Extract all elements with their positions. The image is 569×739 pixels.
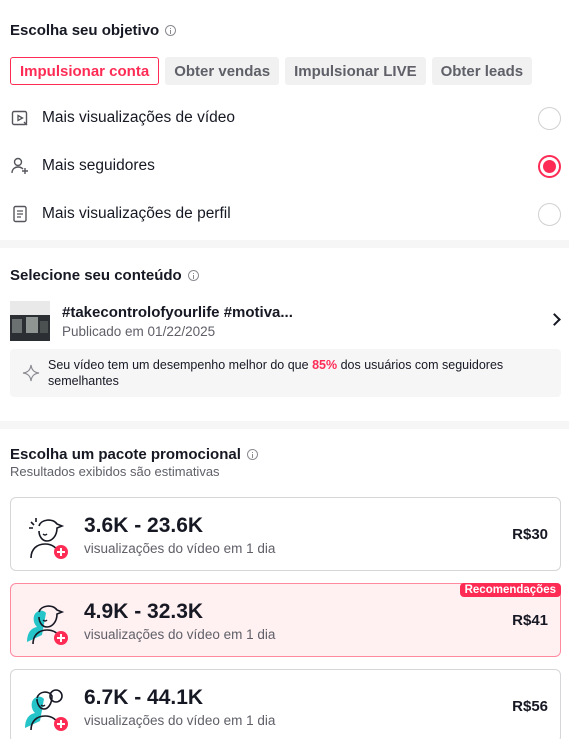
person-sparkle-icon <box>23 512 73 560</box>
package-card-2[interactable]: Recomendações 4.9K - 32.3K visualizações… <box>10 583 561 657</box>
option-label: Mais visualizações de perfil <box>42 205 231 222</box>
packages-title: Escolha um pacote promocional <box>10 446 258 463</box>
performance-text: Seu vídeo tem um desempenho melhor do qu… <box>48 358 504 388</box>
recommended-badge: Recomendações <box>459 583 561 597</box>
content-title-text: Selecione seu conteúdo <box>10 267 182 284</box>
option-video-views[interactable]: Mais visualizações de vídeo <box>10 106 561 130</box>
section-divider <box>0 240 569 248</box>
option-label: Mais seguidores <box>42 157 155 174</box>
person-group-icon <box>23 684 73 732</box>
option-profile-views[interactable]: Mais visualizações de perfil <box>10 202 561 226</box>
add-user-icon <box>10 156 30 176</box>
objective-title: Escolha seu objetivo <box>10 22 177 39</box>
selected-video[interactable]: #takecontrolofyourlife #motiva... Public… <box>10 301 561 341</box>
package-desc: visualizações do vídeo em 1 dia <box>84 541 276 556</box>
packages-subtitle: Resultados exibidos são estimativas <box>10 464 220 479</box>
package-card-3[interactable]: 6.7K - 44.1K visualizações do vídeo em 1… <box>10 669 561 739</box>
profile-doc-icon <box>10 204 30 224</box>
video-play-icon <box>10 108 30 128</box>
radio-followers[interactable] <box>538 154 561 178</box>
option-label: Mais visualizações de vídeo <box>42 109 235 126</box>
content-title: Selecione seu conteúdo <box>10 267 199 284</box>
objective-title-text: Escolha seu objetivo <box>10 22 160 39</box>
option-followers[interactable]: Mais seguidores <box>10 154 561 178</box>
info-icon[interactable] <box>187 270 199 281</box>
info-icon[interactable] <box>246 449 258 460</box>
chevron-right-icon[interactable] <box>548 313 561 326</box>
package-range: 6.7K - 44.1K <box>84 686 204 709</box>
video-published-date: Publicado em 01/22/2025 <box>62 323 216 339</box>
objective-chips: Impulsionar conta Obter vendas Impulsion… <box>10 57 533 85</box>
person-group-icon <box>23 598 73 646</box>
package-card-1[interactable]: 3.6K - 23.6K visualizações do vídeo em 1… <box>10 497 561 571</box>
chip-obter-leads[interactable]: Obter leads <box>431 57 533 85</box>
package-desc: visualizações do vídeo em 1 dia <box>84 627 276 642</box>
chip-impulsionar-live[interactable]: Impulsionar LIVE <box>285 57 426 85</box>
video-title: #takecontrolofyourlife #motiva... <box>62 303 293 321</box>
video-thumbnail <box>10 301 50 341</box>
package-desc: visualizações do vídeo em 1 dia <box>84 713 276 728</box>
package-price: R$30 <box>512 526 548 543</box>
info-icon[interactable] <box>165 25 177 36</box>
package-price: R$41 <box>512 612 548 629</box>
radio-video-views[interactable] <box>538 106 561 130</box>
radio-profile-views[interactable] <box>538 202 561 226</box>
package-range: 4.9K - 32.3K <box>84 600 204 623</box>
package-price: R$56 <box>512 698 548 715</box>
package-range: 3.6K - 23.6K <box>84 514 204 537</box>
section-divider <box>0 421 569 429</box>
performance-percent: 85% <box>312 358 338 372</box>
sparkle-icon <box>22 364 40 382</box>
packages-title-text: Escolha um pacote promocional <box>10 446 241 463</box>
performance-note: Seu vídeo tem um desempenho melhor do qu… <box>10 349 561 397</box>
chip-obter-vendas[interactable]: Obter vendas <box>165 57 280 85</box>
chip-impulsionar-conta[interactable]: Impulsionar conta <box>10 57 160 85</box>
